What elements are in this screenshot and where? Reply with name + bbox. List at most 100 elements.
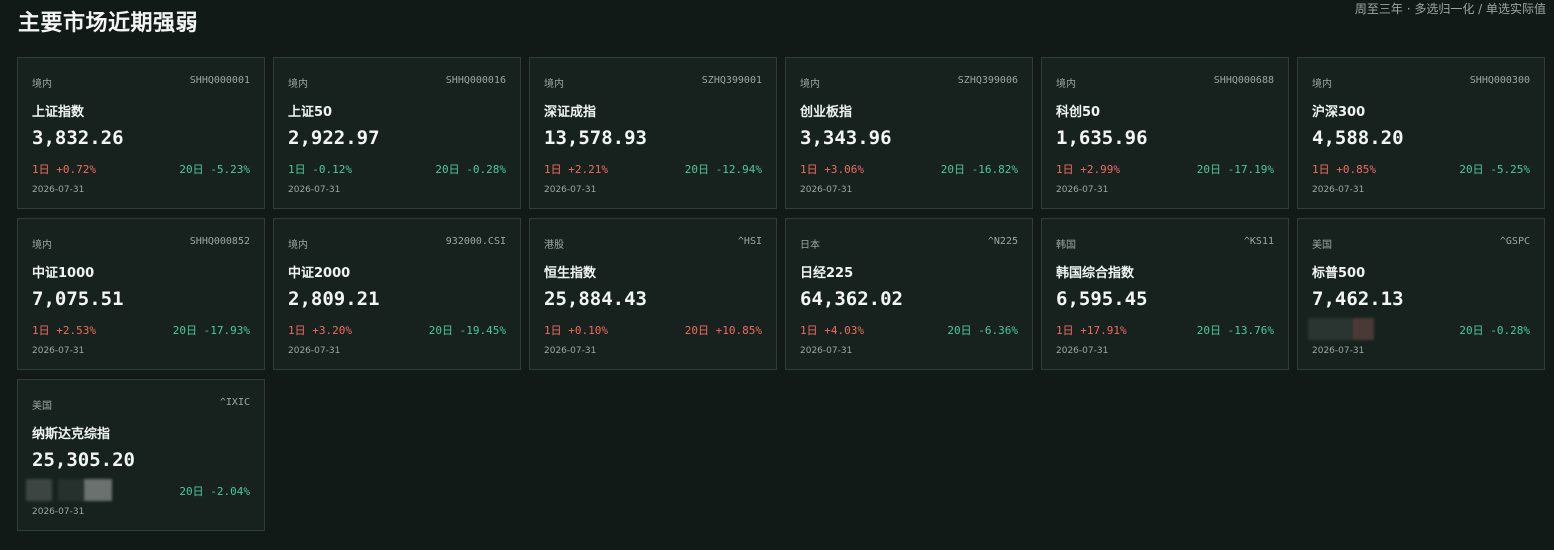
market-price: 64,362.02 xyxy=(800,288,903,310)
change-20d: 20日 -6.36% xyxy=(947,324,1018,337)
market-name: 沪深300 xyxy=(1312,105,1366,120)
market-card[interactable]: 境内 SHHQ000688 科创50 1,635.96 1日 +2.99% 20日 -17… xyxy=(1041,57,1289,209)
market-card[interactable]: 境内 SZHQ399006 创业板指 3,343.96 1日 +3.06% 20日 -16… xyxy=(785,57,1033,209)
change-1d: 1日 +3.06% xyxy=(800,163,864,176)
market-region: 境内 xyxy=(288,79,308,90)
page-title: 主要市场近期强弱 xyxy=(18,11,199,36)
market-name: 深证成指 xyxy=(544,105,597,120)
market-name: 创业板指 xyxy=(800,105,853,120)
market-code: ^HSI xyxy=(737,236,762,247)
market-date: 2026-07-31 xyxy=(1056,185,1109,195)
market-price: 7,462.13 xyxy=(1312,288,1404,310)
change-1d: 1日 +4.03% xyxy=(800,324,864,337)
market-name: 中证2000 xyxy=(288,266,351,281)
market-card[interactable]: 美国 ^IXIC 纳斯达克综指 25,305.20 20日 -2.04% 2026-07-… xyxy=(17,379,265,531)
change-20d: 20日 -0.28% xyxy=(1459,324,1530,337)
market-code: ^KS11 xyxy=(1243,236,1274,247)
change-20d: 20日 -12.94% xyxy=(684,163,762,176)
change-20d: 20日 -5.25% xyxy=(1459,163,1530,176)
market-card[interactable]: 境内 SHHQ000852 中证1000 7,075.51 1日 +2.53% 20日 -… xyxy=(17,218,265,370)
market-region: 境内 xyxy=(32,79,52,90)
change-20d: 20日 -13.76% xyxy=(1196,324,1274,337)
market-date: 2026-07-31 xyxy=(800,185,853,195)
change-1d: 1日 +0.72% xyxy=(32,163,96,176)
market-card-grid: 境内 SHHQ000001 上证指数 3,832.26 1日 +0.72% 20日 -5.… xyxy=(17,57,1547,531)
market-region: 美国 xyxy=(32,401,52,412)
market-region: 美国 xyxy=(1312,240,1332,251)
market-price: 1,635.96 xyxy=(1056,127,1148,149)
market-code: SHHQ000688 xyxy=(1213,75,1274,86)
market-name: 标普500 xyxy=(1312,266,1366,281)
change-20d: 20日 -19.45% xyxy=(428,324,506,337)
market-code: 932000.CSI xyxy=(445,236,506,247)
market-date: 2026-07-31 xyxy=(1312,185,1365,195)
market-code: ^N225 xyxy=(987,236,1018,247)
market-code: SHHQ000001 xyxy=(189,75,250,86)
market-region: 境内 xyxy=(800,79,820,90)
market-price: 2,922.97 xyxy=(288,127,380,149)
market-name: 上证50 xyxy=(288,105,333,120)
market-card[interactable]: 境内 SHHQ000300 沪深300 4,588.20 1日 +0.85% 20日 -5… xyxy=(1297,57,1545,209)
market-region: 港股 xyxy=(544,240,564,251)
market-region: 境内 xyxy=(1312,79,1332,90)
market-name: 日经225 xyxy=(800,266,854,281)
market-code: ^IXIC xyxy=(219,397,250,408)
change-20d: 20日 -16.82% xyxy=(940,163,1018,176)
market-price: 2,809.21 xyxy=(288,288,380,310)
market-date: 2026-07-31 xyxy=(32,507,85,517)
change-1d: 1日 +0.10% xyxy=(544,324,608,337)
change-20d: 20日 +10.85% xyxy=(684,324,762,337)
market-card[interactable]: 美国 ^GSPC 标普500 7,462.13 20日 -0.28% 2026-07-31 xyxy=(1297,218,1545,370)
market-code: SHHQ000300 xyxy=(1469,75,1530,86)
change-1d: 1日 +3.20% xyxy=(288,324,352,337)
market-region: 境内 xyxy=(288,240,308,251)
market-region: 日本 xyxy=(800,240,820,251)
market-name: 恒生指数 xyxy=(544,266,597,281)
market-card[interactable]: 境内 932000.CSI 中证2000 2,809.21 1日 +3.20% 20日 -… xyxy=(273,218,521,370)
market-date: 2026-07-31 xyxy=(1056,346,1109,356)
change-1d: 1日 +2.99% xyxy=(1056,163,1120,176)
market-date: 2026-07-31 xyxy=(32,185,85,195)
market-card[interactable]: 港股 ^HSI 恒生指数 25,884.43 1日 +0.10% 20日 +10.85% 2… xyxy=(529,218,777,370)
market-price: 25,884.43 xyxy=(544,288,647,310)
change-20d: 20日 -0.28% xyxy=(435,163,506,176)
market-date: 2026-07-31 xyxy=(544,185,597,195)
change-20d: 20日 -2.04% xyxy=(179,485,250,498)
market-price: 3,343.96 xyxy=(800,127,892,149)
market-region: 境内 xyxy=(32,240,52,251)
market-card[interactable]: 境内 SZHQ399001 深证成指 13,578.93 1日 +2.21% 20日 -1… xyxy=(529,57,777,209)
market-card[interactable]: 境内 SHHQ000001 上证指数 3,832.26 1日 +0.72% 20日 -5.… xyxy=(17,57,265,209)
market-name: 纳斯达克综指 xyxy=(32,427,111,442)
market-name: 中证1000 xyxy=(32,266,95,281)
market-date: 2026-07-31 xyxy=(288,346,341,356)
market-card[interactable]: 境内 SHHQ000016 上证50 2,922.97 1日 -0.12% 20日 -0.… xyxy=(273,57,521,209)
change-20d: 20日 -5.23% xyxy=(179,163,250,176)
change-1d: 1日 +17.91% xyxy=(1056,324,1127,337)
market-date: 2026-07-31 xyxy=(544,346,597,356)
market-code: SHHQ000852 xyxy=(189,236,250,247)
market-price: 6,595.45 xyxy=(1056,288,1148,310)
market-price: 25,305.20 xyxy=(32,449,135,471)
market-price: 7,075.51 xyxy=(32,288,124,310)
market-region: 境内 xyxy=(544,79,564,90)
change-1d: 1日 -0.12% xyxy=(288,163,352,176)
market-price: 4,588.20 xyxy=(1312,127,1404,149)
market-date: 2026-07-31 xyxy=(1312,346,1365,356)
market-card[interactable]: 韩国 ^KS11 韩国综合指数 6,595.45 1日 +17.91% 20日 -13.7… xyxy=(1041,218,1289,370)
market-name: 上证指数 xyxy=(32,105,85,120)
market-code: SHHQ000016 xyxy=(445,75,506,86)
market-card[interactable]: 日本 ^N225 日经225 64,362.02 1日 +4.03% 20日 -6.36%… xyxy=(785,218,1033,370)
market-region: 韩国 xyxy=(1056,240,1076,251)
change-1d: 1日 +0.85% xyxy=(1312,163,1376,176)
market-date: 2026-07-31 xyxy=(32,346,85,356)
market-code: SZHQ399006 xyxy=(957,75,1018,86)
market-code: SZHQ399001 xyxy=(701,75,762,86)
market-price: 3,832.26 xyxy=(32,127,124,149)
market-date: 2026-07-31 xyxy=(800,346,853,356)
market-name: 韩国综合指数 xyxy=(1056,266,1135,281)
market-code: ^GSPC xyxy=(1499,236,1530,247)
change-1d: 1日 +2.53% xyxy=(32,324,96,337)
change-20d: 20日 -17.93% xyxy=(172,324,250,337)
change-1d: 1日 +2.21% xyxy=(544,163,608,176)
change-20d: 20日 -17.19% xyxy=(1196,163,1274,176)
